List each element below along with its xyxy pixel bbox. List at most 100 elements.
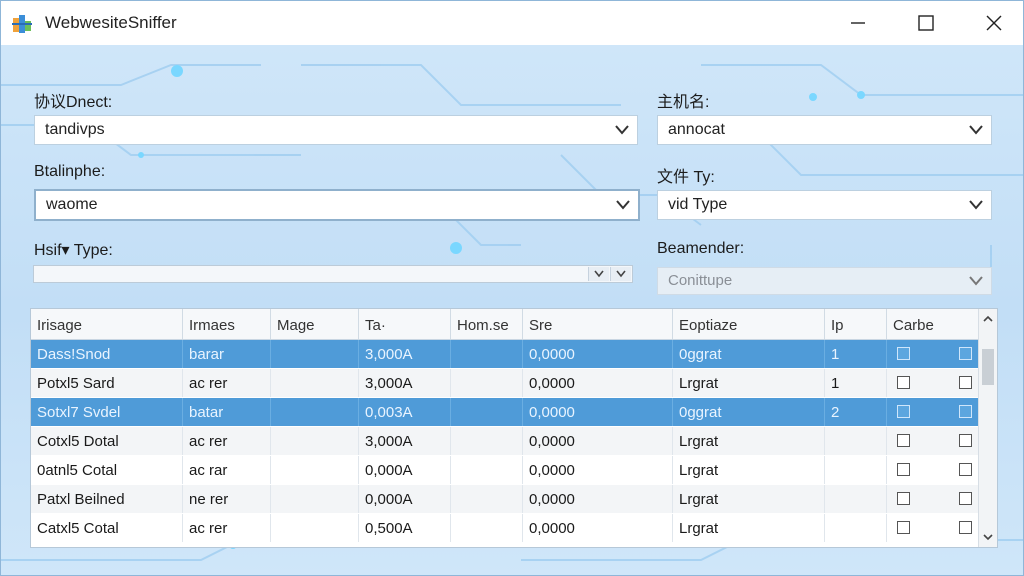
blalinphe-label: Btalinphe:	[34, 163, 106, 180]
table-cell: Patxl Beilned	[31, 485, 183, 513]
row-checkbox[interactable]	[959, 376, 972, 389]
table-row[interactable]: Dass!Snod barar 3,000A 0,0000 0ggrat 1	[31, 340, 981, 368]
protocol-combo[interactable]: tandivps	[34, 115, 638, 145]
hash-combo[interactable]	[33, 265, 633, 283]
chevron-down-icon	[616, 270, 626, 278]
table-cell: Lrgrat	[673, 427, 825, 455]
column-header[interactable]: Carbe	[887, 309, 981, 339]
column-header[interactable]: Ip	[825, 309, 887, 339]
maximize-button[interactable]	[893, 1, 959, 45]
column-header[interactable]: Ta·	[359, 309, 451, 339]
beamender-label: Beamender:	[657, 240, 745, 257]
table-cell: 0,000A	[359, 485, 451, 513]
column-header[interactable]: Irmaes	[183, 309, 271, 339]
table-cell: 0,003A	[359, 398, 451, 426]
app-icon	[12, 15, 32, 33]
table-cell: ac rer	[183, 427, 271, 455]
filetype-label: 文件 Ty:	[657, 169, 715, 186]
column-header[interactable]: Eoptiaze	[673, 309, 825, 339]
column-header[interactable]: Mage	[271, 309, 359, 339]
beamender-combo: Conittupe	[657, 267, 992, 295]
table-cell: 3,000A	[359, 427, 451, 455]
host-label: 主机名:	[657, 94, 710, 111]
row-checkbox[interactable]	[897, 492, 910, 505]
table-cell: Cotxl5 Dotal	[31, 427, 183, 455]
table-cell: 0,0000	[523, 427, 673, 455]
hash-dropdown-button-2[interactable]	[610, 267, 631, 281]
table-cell: 0,000A	[359, 456, 451, 484]
client-area: 协议Dnect: tandivps 主机名: annocat Btalinphe…	[1, 45, 1023, 575]
column-header[interactable]: Hom.se	[451, 309, 523, 339]
vertical-scrollbar[interactable]	[978, 309, 997, 547]
row-checkbox[interactable]	[897, 347, 910, 360]
row-checkbox[interactable]	[959, 434, 972, 447]
row-checkbox[interactable]	[897, 463, 910, 476]
scroll-down-icon[interactable]	[982, 531, 994, 543]
table-cell: 0atnl5 Cotal	[31, 456, 183, 484]
table-cell	[271, 369, 359, 397]
table-cell: Lrgrat	[673, 369, 825, 397]
results-table: Irisage Irmaes Mage Ta· Hom.se Sre Eopti…	[30, 308, 998, 548]
filetype-combo[interactable]: vid Type	[657, 190, 992, 220]
column-header[interactable]: Sre	[523, 309, 673, 339]
row-checkbox[interactable]	[897, 376, 910, 389]
hash-dropdown-button[interactable]	[588, 267, 609, 281]
table-cell: ne rer	[183, 485, 271, 513]
table-header: Irisage Irmaes Mage Ta· Hom.se Sre Eopti…	[31, 309, 981, 340]
blalinphe-value: waome	[46, 196, 98, 213]
row-checkbox[interactable]	[959, 463, 972, 476]
table-cell: barar	[183, 340, 271, 368]
row-checkbox[interactable]	[959, 347, 972, 360]
host-combo[interactable]: annocat	[657, 115, 992, 145]
blalinphe-combo[interactable]: waome	[34, 189, 640, 221]
table-cell: 1	[825, 369, 887, 397]
window-title: WebwesiteSniffer	[45, 13, 177, 32]
table-row[interactable]: Sotxl7 Svdel batar 0,003A 0,0000 0ggrat 2	[31, 398, 981, 426]
row-checkbox[interactable]	[897, 405, 910, 418]
protocol-value: tandivps	[45, 121, 105, 138]
row-checkbox[interactable]	[897, 434, 910, 447]
close-icon	[986, 15, 1002, 31]
scrollbar-thumb[interactable]	[982, 349, 994, 385]
app-window: WebwesiteSniffer 协议Dnect: tandivps 主机名: …	[0, 0, 1024, 576]
table-cell: 3,000A	[359, 369, 451, 397]
table-cell: 0ggrat	[673, 398, 825, 426]
table-row[interactable]: Catxl5 Cotal ac rer 0,500A 0,0000 Lrgrat	[31, 514, 981, 542]
column-header[interactable]: Irisage	[31, 309, 183, 339]
chevron-down-icon	[594, 270, 604, 278]
minimize-button[interactable]	[825, 1, 891, 45]
table-cell	[271, 514, 359, 542]
row-checkbox[interactable]	[897, 521, 910, 534]
protocol-label: 协议Dnect:	[34, 94, 113, 111]
table-row[interactable]: Potxl5 Sard ac rer 3,000A 0,0000 Lrgrat 1	[31, 369, 981, 397]
table-row[interactable]: 0atnl5 Cotal ac rar 0,000A 0,0000 Lrgrat	[31, 456, 981, 484]
table-cell	[451, 340, 523, 368]
title-bar: WebwesiteSniffer	[1, 1, 1023, 45]
beamender-value: Conittupe	[668, 272, 733, 289]
hash-label: Hsif▾ Type:	[34, 242, 113, 259]
scroll-up-icon[interactable]	[982, 313, 994, 325]
table-cell: Sotxl7 Svdel	[31, 398, 183, 426]
table-row[interactable]: Cotxl5 Dotal ac rer 3,000A 0,0000 Lrgrat	[31, 427, 981, 455]
table-cell: Lrgrat	[673, 485, 825, 513]
row-checkbox[interactable]	[959, 492, 972, 505]
table-cell: 3,000A	[359, 340, 451, 368]
table-cell: Dass!Snod	[31, 340, 183, 368]
table-cell	[271, 340, 359, 368]
table-cell: Lrgrat	[673, 456, 825, 484]
row-checkbox[interactable]	[959, 405, 972, 418]
table-cell	[825, 456, 887, 484]
row-checkbox[interactable]	[959, 521, 972, 534]
table-cell: Catxl5 Cotal	[31, 514, 183, 542]
close-button[interactable]	[961, 1, 1023, 45]
table-cell: Lrgrat	[673, 514, 825, 542]
minimize-icon	[851, 22, 865, 24]
table-cell	[451, 485, 523, 513]
filetype-value: vid Type	[668, 196, 728, 213]
table-cell: 0,0000	[523, 369, 673, 397]
chevron-down-icon	[615, 125, 629, 135]
table-cell: 0ggrat	[673, 340, 825, 368]
table-cell: 0,0000	[523, 485, 673, 513]
table-row[interactable]: Patxl Beilned ne rer 0,000A 0,0000 Lrgrat	[31, 485, 981, 513]
table-cell: 1	[825, 340, 887, 368]
